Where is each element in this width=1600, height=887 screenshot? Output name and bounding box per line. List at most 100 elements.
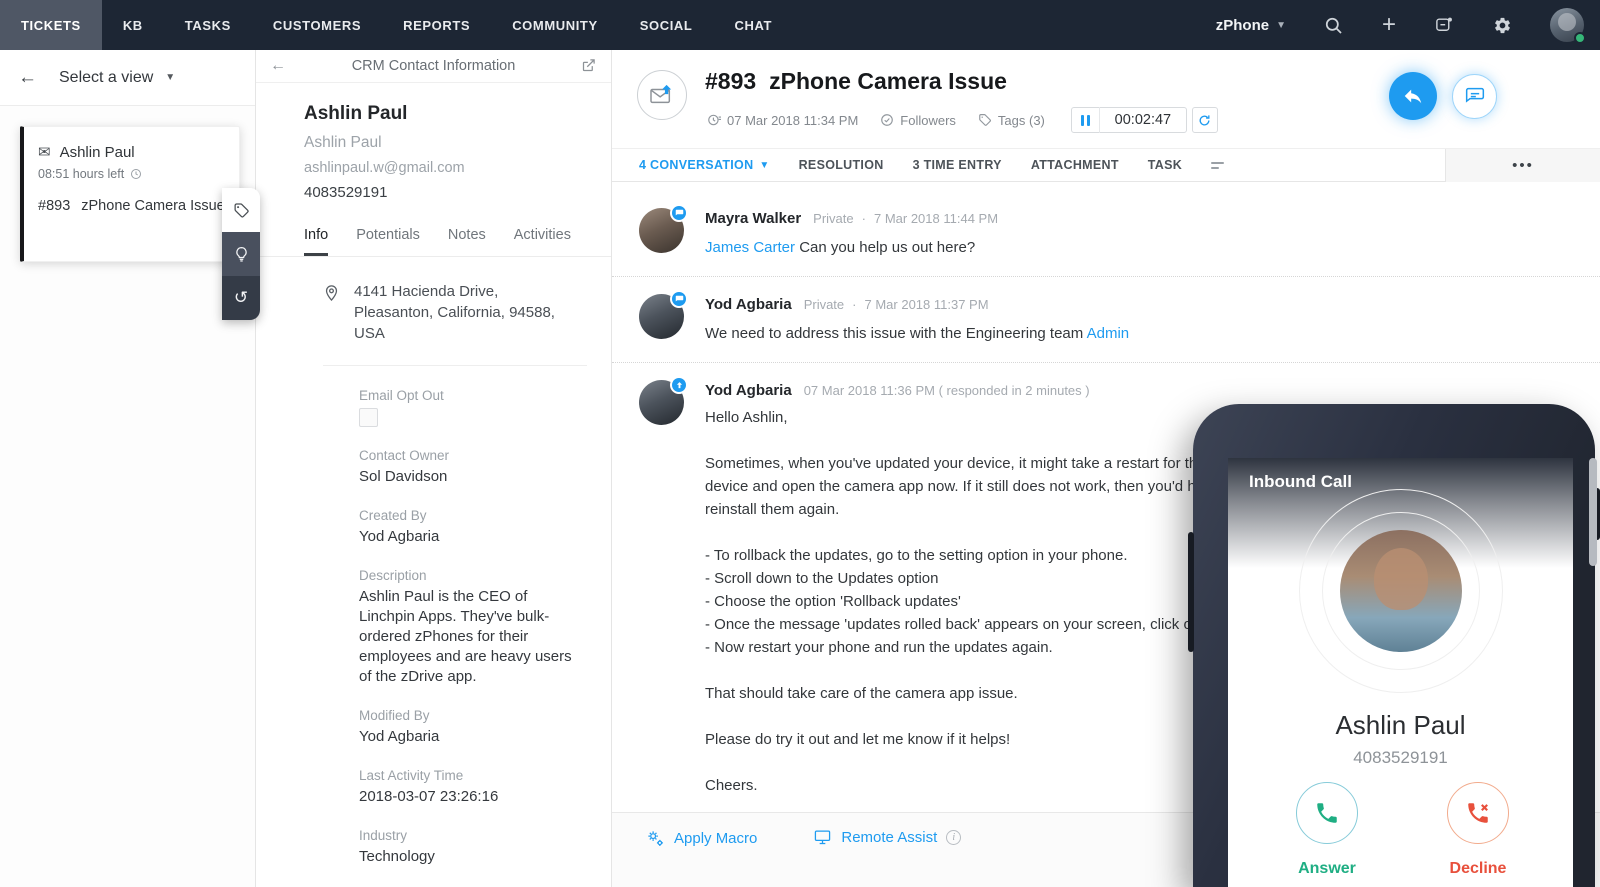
- filter-icon[interactable]: [1211, 161, 1225, 169]
- tags-tool-icon[interactable]: [222, 188, 260, 232]
- softphone-overlay: Inbound Call Ashlin Paul 4083529191 Answ…: [1188, 404, 1600, 887]
- email-channel-icon: ✉: [38, 144, 51, 161]
- email-opt-out-checkbox[interactable]: [359, 408, 378, 427]
- settings-gear-icon[interactable]: [1492, 15, 1512, 35]
- contact-phone[interactable]: 4083529191: [304, 184, 611, 201]
- nav-tab-chat[interactable]: CHAT: [713, 0, 793, 50]
- chevron-down-icon: ▼: [1276, 19, 1286, 31]
- answer-label: Answer: [1298, 860, 1356, 877]
- field-last-activity: Last Activity Time 2018-03-07 23:26:16: [359, 768, 499, 805]
- nav-right-group: zPhone ▼ +: [1178, 0, 1600, 50]
- back-arrow-icon[interactable]: ←: [18, 67, 37, 89]
- ticket-title: #893 zPhone Camera Issue: [705, 68, 1007, 95]
- crm-back-arrow-icon[interactable]: ←: [270, 57, 286, 75]
- ticket-card-sla: 08:51 hours left: [38, 167, 125, 181]
- message-item: Yod Agbaria Private · 7 Mar 2018 11:37 P…: [639, 290, 1600, 345]
- message-time: 7 Mar 2018 11:44 PM: [873, 211, 999, 226]
- timer-pause-button[interactable]: [1072, 107, 1100, 133]
- tab-conversation[interactable]: 4 CONVERSATION ▼: [639, 158, 770, 172]
- tag-icon: [978, 113, 992, 127]
- crm-tab-potentials[interactable]: Potentials: [356, 219, 420, 256]
- crm-tab-notes[interactable]: Notes: [448, 219, 486, 256]
- message-text: We need to address this issue with the E…: [705, 325, 1087, 342]
- nav-tab-social[interactable]: SOCIAL: [619, 0, 714, 50]
- remote-assist-button[interactable]: Remote Assist i: [813, 829, 962, 846]
- field-modified-by: Modified By Yod Agbaria: [359, 708, 440, 745]
- mention-link[interactable]: Admin: [1087, 325, 1130, 342]
- quick-tools-toolbar: ↺: [222, 188, 260, 320]
- mention-link[interactable]: James Carter: [705, 239, 795, 256]
- field-industry: Industry Technology: [359, 828, 435, 865]
- history-icon[interactable]: ↺: [222, 276, 260, 320]
- field-contact-owner: Contact Owner Sol Davidson: [359, 448, 450, 485]
- check-circle-icon: [880, 113, 894, 127]
- clock-icon: [131, 169, 142, 179]
- tab-task[interactable]: TASK: [1148, 158, 1182, 172]
- decline-call-button[interactable]: [1447, 782, 1509, 844]
- divider: [323, 365, 587, 366]
- followers-button[interactable]: Followers: [880, 113, 956, 128]
- ticket-created-time: 07 Mar 2018 11:34 PM: [707, 113, 858, 128]
- ticket-channel-email-icon: [637, 70, 687, 120]
- nav-items: TICKETS KB TASKS CUSTOMERS REPORTS COMMU…: [0, 0, 793, 50]
- decline-label: Decline: [1449, 860, 1507, 877]
- crm-tab-activities[interactable]: Activities: [514, 219, 571, 256]
- tab-attachment[interactable]: ATTACHMENT: [1031, 158, 1119, 172]
- comment-button[interactable]: [1452, 74, 1497, 119]
- message-privacy: Private: [813, 211, 854, 226]
- top-nav: TICKETS KB TASKS CUSTOMERS REPORTS COMMU…: [0, 0, 1600, 50]
- view-chevron-down-icon[interactable]: ▼: [165, 72, 175, 83]
- ticket-list-item[interactable]: ✉ Ashlin Paul 08:51 hours left #893 zPho…: [20, 126, 240, 262]
- ticket-id: #893: [705, 68, 757, 94]
- macro-gears-icon: [648, 831, 663, 846]
- ticket-card-contact: Ashlin Paul: [59, 143, 135, 161]
- nav-tab-customers[interactable]: CUSTOMERS: [252, 0, 382, 50]
- nav-tab-kb[interactable]: KB: [102, 0, 164, 50]
- view-selector-label: Select a view: [59, 68, 154, 86]
- message-author: Yod Agbaria: [705, 382, 792, 399]
- ticket-timer: 00:02:47: [1070, 107, 1218, 133]
- avatar: [639, 204, 688, 253]
- open-external-icon[interactable]: [581, 58, 597, 74]
- nav-tab-reports[interactable]: REPORTS: [382, 0, 491, 50]
- field-created-by: Created By Yod Agbaria: [359, 508, 440, 545]
- field-email-opt-out: Email Opt Out: [359, 388, 587, 427]
- nav-tab-community[interactable]: COMMUNITY: [491, 0, 619, 50]
- tags-button[interactable]: Tags (3): [978, 113, 1045, 128]
- contact-address: 4141 Hacienda Drive, Pleasanton, Califor…: [354, 283, 555, 342]
- timer-reset-icon[interactable]: [1191, 107, 1218, 133]
- online-status-dot: [1574, 32, 1586, 44]
- avatar: [639, 290, 688, 339]
- private-comment-badge-icon: [670, 204, 688, 222]
- department-selector[interactable]: zPhone ▼: [1216, 17, 1286, 34]
- clock-icon: [707, 113, 721, 127]
- contact-email[interactable]: ashlinpaul.w@gmail.com: [304, 160, 611, 176]
- field-description: Description Ashlin Paul is the CEO of Li…: [359, 568, 572, 685]
- message-body: Hello Ashlin, Sometimes, when you've upd…: [705, 409, 1212, 794]
- ticket-subject: zPhone Camera Issue: [769, 68, 1007, 94]
- private-comment-badge-icon: [670, 290, 688, 308]
- suggestions-bulb-icon[interactable]: [222, 232, 260, 276]
- caller-avatar: [1339, 530, 1462, 652]
- more-options-button[interactable]: •••: [1445, 149, 1600, 182]
- page-scrollbar[interactable]: [1589, 458, 1597, 566]
- user-avatar[interactable]: [1550, 8, 1586, 44]
- contact-alt-name: Ashlin Paul: [304, 134, 382, 151]
- notifications-icon[interactable]: [1434, 15, 1454, 35]
- tab-time-entry[interactable]: 3 TIME ENTRY: [913, 158, 1002, 172]
- nav-tab-tasks[interactable]: TASKS: [164, 0, 252, 50]
- reply-button[interactable]: [1389, 72, 1437, 120]
- add-new-icon[interactable]: +: [1382, 13, 1396, 37]
- location-pin-icon: [325, 285, 338, 302]
- monitor-icon: [815, 830, 831, 845]
- avatar: [639, 376, 688, 425]
- message-divider: [612, 362, 1600, 363]
- crm-panel-title: CRM Contact Information: [351, 58, 516, 74]
- nav-tab-tickets[interactable]: TICKETS: [0, 0, 102, 50]
- answer-call-button[interactable]: [1296, 782, 1358, 844]
- apply-macro-button[interactable]: Apply Macro: [646, 829, 757, 848]
- tab-resolution[interactable]: RESOLUTION: [799, 158, 884, 172]
- crm-tab-info[interactable]: Info: [304, 219, 329, 256]
- message-divider: [612, 276, 1600, 277]
- search-icon[interactable]: [1324, 15, 1344, 35]
